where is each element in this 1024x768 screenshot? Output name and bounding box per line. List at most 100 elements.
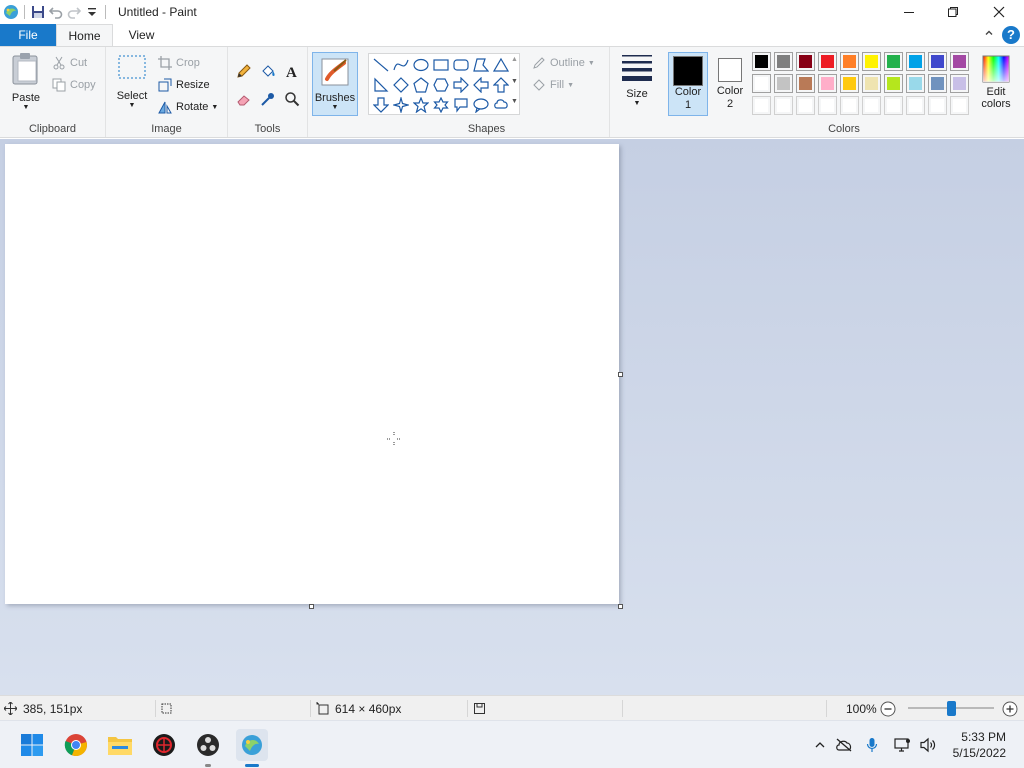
resize-handle-right[interactable] (618, 372, 623, 377)
undo-icon[interactable] (47, 3, 65, 21)
color-swatch[interactable] (884, 52, 903, 71)
cloud-callout-shape-icon[interactable] (491, 95, 511, 115)
up-arrow-shape-icon[interactable] (491, 75, 511, 95)
pencil-icon[interactable] (234, 61, 254, 81)
color-swatch[interactable] (862, 52, 881, 71)
shapes-scroll-up-icon[interactable]: ▲ (511, 56, 518, 63)
color-swatch[interactable] (950, 96, 969, 115)
chevron-up-icon[interactable] (810, 735, 830, 755)
brushes-button[interactable]: Brushes ▼ (312, 52, 358, 116)
zoom-out-button[interactable] (880, 696, 902, 721)
outline-button[interactable]: Outline ▼ (532, 53, 595, 73)
color-swatch[interactable] (906, 52, 925, 71)
fill-button[interactable]: Fill ▼ (532, 75, 574, 95)
hexagon-shape-icon[interactable] (431, 75, 451, 95)
resize-handle-bottom[interactable] (309, 604, 314, 609)
collapse-ribbon-icon[interactable] (984, 28, 994, 41)
color-swatch[interactable] (840, 74, 859, 93)
edit-colors-button[interactable]: Edit colors (976, 52, 1016, 116)
line-shape-icon[interactable] (371, 55, 391, 75)
paint-app-icon[interactable] (2, 3, 20, 21)
volume-icon[interactable] (918, 735, 938, 755)
rounded-rectangle-shape-icon[interactable] (451, 55, 471, 75)
color-swatch[interactable] (774, 74, 793, 93)
rectangle-shape-icon[interactable] (431, 55, 451, 75)
obs-studio-icon[interactable] (192, 729, 224, 767)
resize-button[interactable]: Resize (158, 75, 210, 95)
redo-icon[interactable] (65, 3, 83, 21)
right-arrow-shape-icon[interactable] (451, 75, 471, 95)
crop-button[interactable]: Crop (158, 53, 200, 73)
network-icon[interactable] (892, 735, 912, 755)
rounded-callout-shape-icon[interactable] (451, 95, 471, 115)
color-swatch[interactable] (928, 74, 947, 93)
tab-view[interactable]: View (113, 24, 170, 46)
size-button[interactable]: Size ▼ (614, 51, 660, 117)
chrome-icon[interactable] (60, 729, 92, 761)
clock[interactable]: 5:33 PM 5/15/2022 (936, 729, 1006, 761)
rotate-button[interactable]: Rotate ▼ (158, 97, 218, 117)
color2-button[interactable]: Color 2 (710, 52, 750, 116)
customize-toolbar-dropdown-icon[interactable] (83, 3, 101, 21)
right-triangle-shape-icon[interactable] (371, 75, 391, 95)
down-arrow-shape-icon[interactable] (371, 95, 391, 115)
save-icon[interactable] (29, 3, 47, 21)
polygon-shape-icon[interactable] (471, 55, 491, 75)
copy-button[interactable]: Copy (52, 75, 96, 95)
five-point-star-shape-icon[interactable] (411, 95, 431, 115)
color-swatch[interactable] (752, 74, 771, 93)
canvas-workspace[interactable] (0, 139, 1024, 695)
magnifier-icon[interactable] (282, 89, 302, 109)
color-swatch[interactable] (796, 52, 815, 71)
color-swatch[interactable] (928, 96, 947, 115)
zoom-slider-thumb[interactable] (946, 701, 956, 716)
color-swatch[interactable] (862, 96, 881, 115)
left-arrow-shape-icon[interactable] (471, 75, 491, 95)
color-swatch[interactable] (774, 52, 793, 71)
oval-shape-icon[interactable] (411, 55, 431, 75)
app-shield-icon[interactable] (148, 729, 180, 761)
shapes-expand-icon[interactable]: ▼ (511, 98, 518, 105)
color-swatch[interactable] (752, 96, 771, 115)
shapes-scroll-down-icon[interactable]: ▼ (511, 78, 518, 85)
eraser-icon[interactable] (234, 89, 254, 109)
color-swatch[interactable] (796, 96, 815, 115)
color-swatch[interactable] (950, 74, 969, 93)
close-button[interactable] (976, 0, 1022, 24)
color-swatch[interactable] (928, 52, 947, 71)
microphone-icon[interactable] (862, 735, 882, 755)
color-swatch[interactable] (818, 74, 837, 93)
six-point-star-shape-icon[interactable] (431, 95, 451, 115)
diamond-shape-icon[interactable] (391, 75, 411, 95)
color-swatch[interactable] (906, 74, 925, 93)
color-swatch[interactable] (774, 96, 793, 115)
color-swatch[interactable] (862, 74, 881, 93)
zoom-in-button[interactable] (1002, 696, 1024, 721)
color-swatch[interactable] (884, 74, 903, 93)
drawing-canvas[interactable] (5, 144, 619, 604)
color-swatch[interactable] (840, 96, 859, 115)
file-explorer-icon[interactable] (104, 729, 136, 761)
cut-button[interactable]: Cut (52, 53, 87, 73)
tab-file[interactable]: File (0, 24, 56, 46)
resize-handle-corner[interactable] (618, 604, 623, 609)
color-picker-icon[interactable] (258, 89, 278, 109)
color-swatch[interactable] (906, 96, 925, 115)
triangle-shape-icon[interactable] (491, 55, 511, 75)
fill-bucket-icon[interactable] (258, 61, 278, 81)
oval-callout-shape-icon[interactable] (471, 95, 491, 115)
windows-start-icon[interactable] (16, 729, 48, 761)
four-point-star-shape-icon[interactable] (391, 95, 411, 115)
select-button[interactable]: Select ▼ (112, 51, 152, 117)
curve-shape-icon[interactable] (391, 55, 411, 75)
tab-home[interactable]: Home (56, 24, 113, 46)
minimize-button[interactable] (886, 0, 932, 24)
paste-button[interactable]: Paste ▼ (4, 51, 48, 117)
help-icon[interactable]: ? (1002, 26, 1020, 44)
color-swatch[interactable] (818, 52, 837, 71)
text-tool-icon[interactable]: A (282, 61, 302, 81)
color-swatch[interactable] (796, 74, 815, 93)
color-swatch[interactable] (950, 52, 969, 71)
color-swatch[interactable] (752, 52, 771, 71)
pentagon-shape-icon[interactable] (411, 75, 431, 95)
